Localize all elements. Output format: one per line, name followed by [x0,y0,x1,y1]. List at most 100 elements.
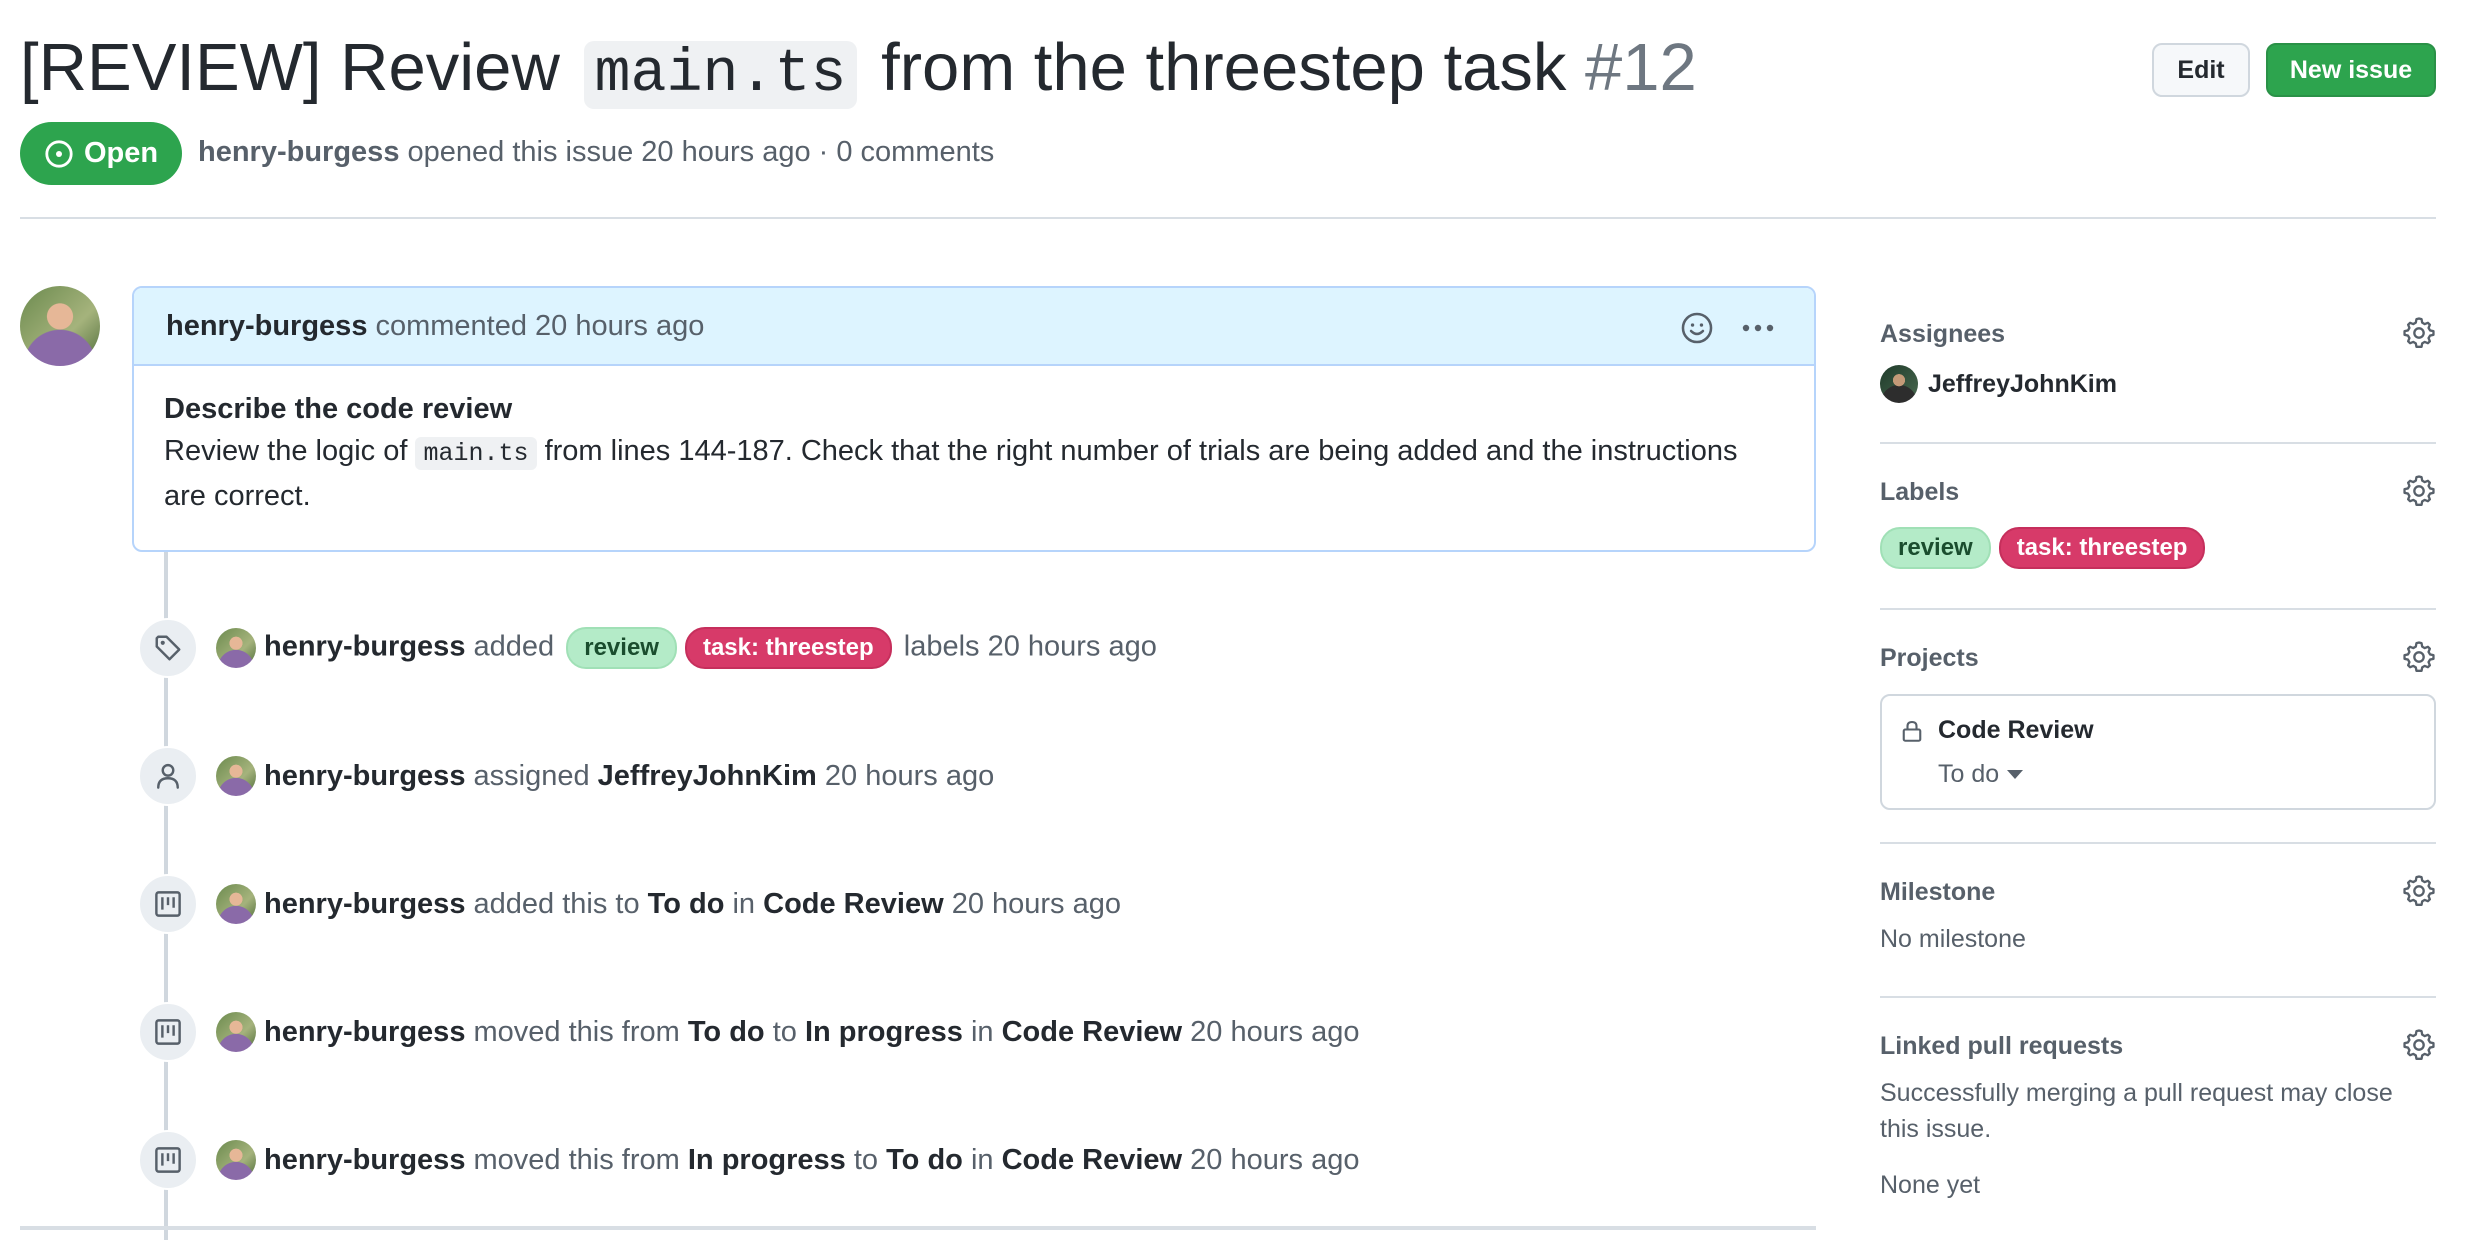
assignee-name: JeffreyJohnKim [1928,369,2117,398]
event-verb: added [473,630,555,663]
projects-gear-icon[interactable] [2402,640,2436,674]
sidebar-milestone: Milestone No milestone [1880,875,2436,957]
linked-prs-gear-icon[interactable] [2402,1028,2436,1062]
milestone-heading[interactable]: Milestone [1880,878,2436,907]
event-time: 20 hours ago [1190,1143,1360,1176]
event-time: 20 hours ago [951,887,1121,920]
assignee-item[interactable]: JeffreyJohnKim [1880,365,2436,403]
comment-options-icon[interactable] [1740,311,1776,345]
event-connector: in [732,887,756,920]
issue-author-link[interactable]: henry-burgess [198,136,399,168]
event-verb: added this to [473,887,640,920]
label-review[interactable]: review [566,627,677,669]
project-link[interactable]: Code Review [1002,1144,1183,1176]
issue-title-prefix: [REVIEW] Review [20,30,560,105]
comment-header: henry-burgess commented 20 hours ago [134,288,1814,366]
sidebar-divider [1880,442,2436,444]
tag-icon [155,635,181,661]
timeline-badge [138,1130,198,1190]
event-connector: to [853,1143,879,1176]
comment-paragraph: Review the logic of main.ts from lines 1… [164,430,1784,475]
add-reaction-icon[interactable] [1680,311,1714,345]
project-card: Code Review To do [1880,694,2436,810]
assignees-heading[interactable]: Assignees [1880,320,2436,349]
comment-body: Describe the code review Review the logi… [134,366,1814,517]
new-issue-button[interactable]: New issue [2266,43,2436,97]
comment-author-link[interactable]: henry-burgess [166,310,367,343]
actor-avatar[interactable] [216,884,256,924]
milestone-value: No milestone [1880,925,2026,953]
comment-author-avatar[interactable] [20,286,100,366]
project-icon [155,891,181,917]
event-connector: in [970,1143,994,1176]
project-icon [155,1019,181,1045]
header-divider [20,217,2436,219]
event-connector: to [772,1015,797,1048]
sidebar-divider [1880,842,2436,844]
timeline-text: henry-burgess assigned JeffreyJohnKim 20… [264,760,994,793]
actor-avatar[interactable] [216,756,256,796]
event-verb: moved this from [473,1143,680,1176]
milestone-gear-icon[interactable] [2402,874,2436,908]
actor-avatar[interactable] [216,1140,256,1180]
linked-prs-value: None yet [1880,1171,1981,1199]
timeline-text: henry-burgess moved this from To do to I… [264,1016,1359,1049]
project-column-dropdown[interactable]: To do [1938,760,2024,789]
actor-avatar[interactable] [216,628,256,668]
issue-number: #12 [1584,30,1697,105]
event-verb: moved this from [473,1015,680,1048]
label-task-threestep[interactable]: task: threestep [684,627,892,669]
assignee-link[interactable]: JeffreyJohnKim [598,760,817,792]
project-column-value: To do [1938,760,2000,788]
project-name-link[interactable]: Code Review [1938,716,2094,745]
sidebar-assignees: Assignees JeffreyJohnKim [1880,317,2436,403]
comment-meta: commented 20 hours ago [375,309,705,342]
project-link[interactable]: Code Review [763,888,944,920]
projects-heading[interactable]: Projects [1880,644,2436,673]
actor-link[interactable]: henry-burgess [264,1016,465,1048]
event-time: labels 20 hours ago [903,630,1157,663]
sidebar-label-task-threestep[interactable]: task: threestep [1998,527,2206,569]
assignee-avatar [1880,365,1918,403]
linked-prs-description: Successfully merging a pull request may … [1880,1079,2393,1143]
linked-prs-heading[interactable]: Linked pull requests [1880,1032,2436,1061]
comment-text-before: Review the logic of [164,435,408,467]
from-column: To do [687,1015,765,1048]
person-icon [157,763,179,789]
labels-heading[interactable]: Labels [1880,478,2436,507]
timeline-item-labeled: henry-burgess added review task: threeste… [138,618,1157,678]
comment-inline-code: main.ts [415,437,537,470]
sidebar-label-list: review task: threestep [1876,527,2436,569]
issue-opened-text: opened this issue 20 hours ago · 0 comme… [407,136,995,168]
lock-icon [1902,720,1922,742]
to-column: To do [886,1143,963,1176]
sidebar-divider [1880,996,2436,998]
sidebar-labels: Labels review task: threestep [1880,475,2436,569]
comment-text-line2: are correct. [164,480,311,512]
sidebar-divider [1880,608,2436,610]
timeline-text: henry-burgess added this to To do in Cod… [264,888,1121,921]
actor-link[interactable]: henry-burgess [264,760,465,792]
project-link[interactable]: Code Review [1002,1016,1183,1048]
timeline-item-assigned: henry-burgess assigned JeffreyJohnKim 20… [138,746,994,806]
event-verb: assigned [473,759,590,792]
edit-button[interactable]: Edit [2152,43,2250,97]
issue-title-suffix: from the threestep task [881,30,1567,105]
timeline-text: henry-burgess added review task: threeste… [264,627,1157,669]
timeline-bottom-divider [20,1226,1816,1230]
actor-link[interactable]: henry-burgess [264,631,465,663]
actor-link[interactable]: henry-burgess [264,888,465,920]
assignees-gear-icon[interactable] [2402,316,2436,350]
timeline-item-project-moved: henry-burgess moved this from In progres… [138,1130,1359,1190]
timeline-badge [138,1002,198,1062]
issue-state-badge: Open [20,122,182,185]
comment-text-after: from lines 144-187. Check that the right… [544,435,1738,467]
sidebar-label-review[interactable]: review [1880,527,1991,569]
actor-link[interactable]: henry-burgess [264,1144,465,1176]
timeline-item-project-moved: henry-burgess moved this from To do to I… [138,1002,1359,1062]
issue-title: [REVIEW] Review main.ts from the threest… [20,22,1697,121]
comment-heading: Describe the code review [164,393,513,425]
timeline-item-project-added: henry-burgess added this to To do in Cod… [138,874,1121,934]
labels-gear-icon[interactable] [2402,474,2436,508]
actor-avatar[interactable] [216,1012,256,1052]
